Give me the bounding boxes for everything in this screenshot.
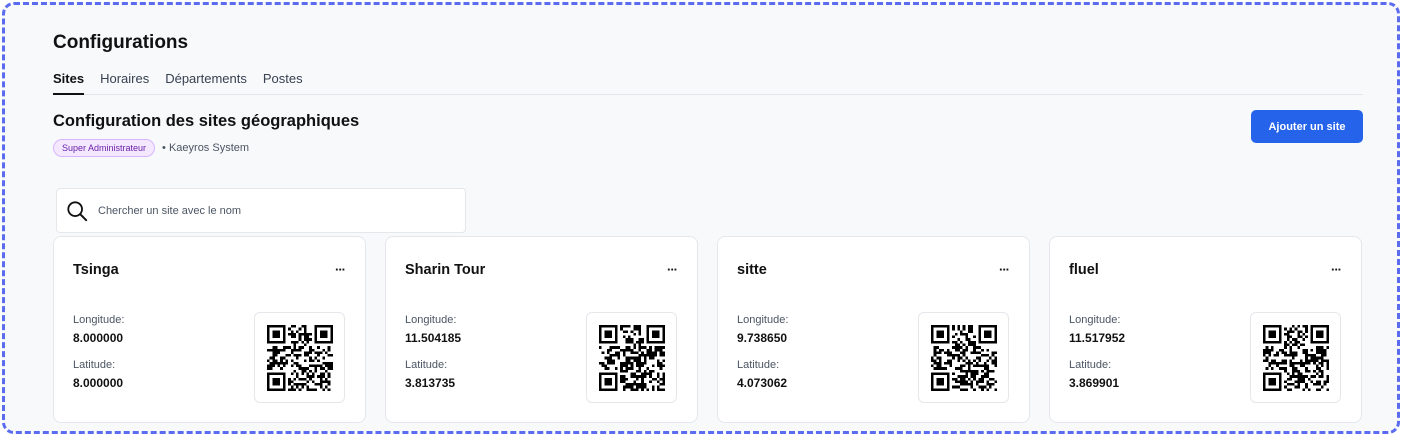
longitude-value: 11.504185 [405, 331, 462, 345]
tab-postes[interactable]: Postes [263, 69, 303, 95]
qr-code-icon [931, 325, 997, 391]
latitude-value: 3.813735 [405, 376, 456, 390]
longitude-value: 8.000000 [73, 331, 124, 345]
tab-horaires[interactable]: Horaires [100, 69, 149, 95]
site-card: sitte ··· Longitude: 9.738650 Latitude: … [717, 236, 1030, 423]
qr-code-icon [267, 325, 333, 391]
search-box [56, 188, 466, 233]
longitude-label: Longitude: [1069, 314, 1121, 326]
site-name: fluel [1069, 262, 1099, 278]
longitude-value: 11.517952 [1069, 331, 1126, 345]
more-horizontal-icon[interactable]: ··· [667, 262, 678, 277]
site-name: Tsinga [73, 262, 119, 278]
site-name: sitte [737, 262, 767, 278]
section-title: Configuration des sites géographiques [53, 112, 360, 130]
add-site-button[interactable]: Ajouter un site [1251, 110, 1363, 143]
longitude-label: Longitude: [73, 314, 125, 326]
site-card: Sharin Tour ··· Longitude: 11.504185 Lat… [385, 236, 698, 423]
site-cards: Tsinga ··· Longitude: 8.000000 Latitude:… [53, 236, 1362, 423]
site-card: fluel ··· Longitude: 11.517952 Latitude:… [1049, 236, 1362, 423]
qr-code[interactable] [586, 312, 677, 403]
qr-code[interactable] [254, 312, 345, 403]
organization-label: • Kaeyros System [162, 142, 250, 154]
qr-code[interactable] [918, 312, 1009, 403]
search-icon [67, 200, 88, 221]
latitude-value: 3.869901 [1069, 376, 1120, 390]
page-frame: Configurations Sites Horaires Départemen… [2, 2, 1400, 434]
tab-departements[interactable]: Départements [165, 69, 247, 95]
qr-code-icon [1263, 325, 1329, 391]
latitude-value: 8.000000 [73, 376, 124, 390]
qr-code-icon [599, 325, 665, 391]
latitude-label: Latitude: [737, 359, 780, 371]
longitude-value: 9.738650 [737, 331, 788, 345]
more-horizontal-icon[interactable]: ··· [1331, 262, 1342, 277]
tab-sites[interactable]: Sites [53, 69, 85, 95]
qr-code[interactable] [1250, 312, 1341, 403]
site-card: Tsinga ··· Longitude: 8.000000 Latitude:… [53, 236, 366, 423]
latitude-value: 4.073062 [737, 376, 788, 390]
latitude-label: Latitude: [1069, 359, 1112, 371]
latitude-label: Latitude: [405, 359, 448, 371]
search-input[interactable] [98, 204, 438, 217]
more-horizontal-icon[interactable]: ··· [999, 262, 1010, 277]
more-horizontal-icon[interactable]: ··· [335, 262, 346, 277]
longitude-label: Longitude: [737, 314, 789, 326]
longitude-label: Longitude: [405, 314, 457, 326]
site-name: Sharin Tour [405, 262, 486, 278]
tab-bar: Sites Horaires Départements Postes [53, 69, 1363, 95]
latitude-label: Latitude: [73, 359, 116, 371]
section-meta: Super Administrateur • Kaeyros System [53, 139, 249, 157]
role-badge: Super Administrateur [53, 139, 156, 157]
page-title: Configurations [53, 32, 189, 53]
